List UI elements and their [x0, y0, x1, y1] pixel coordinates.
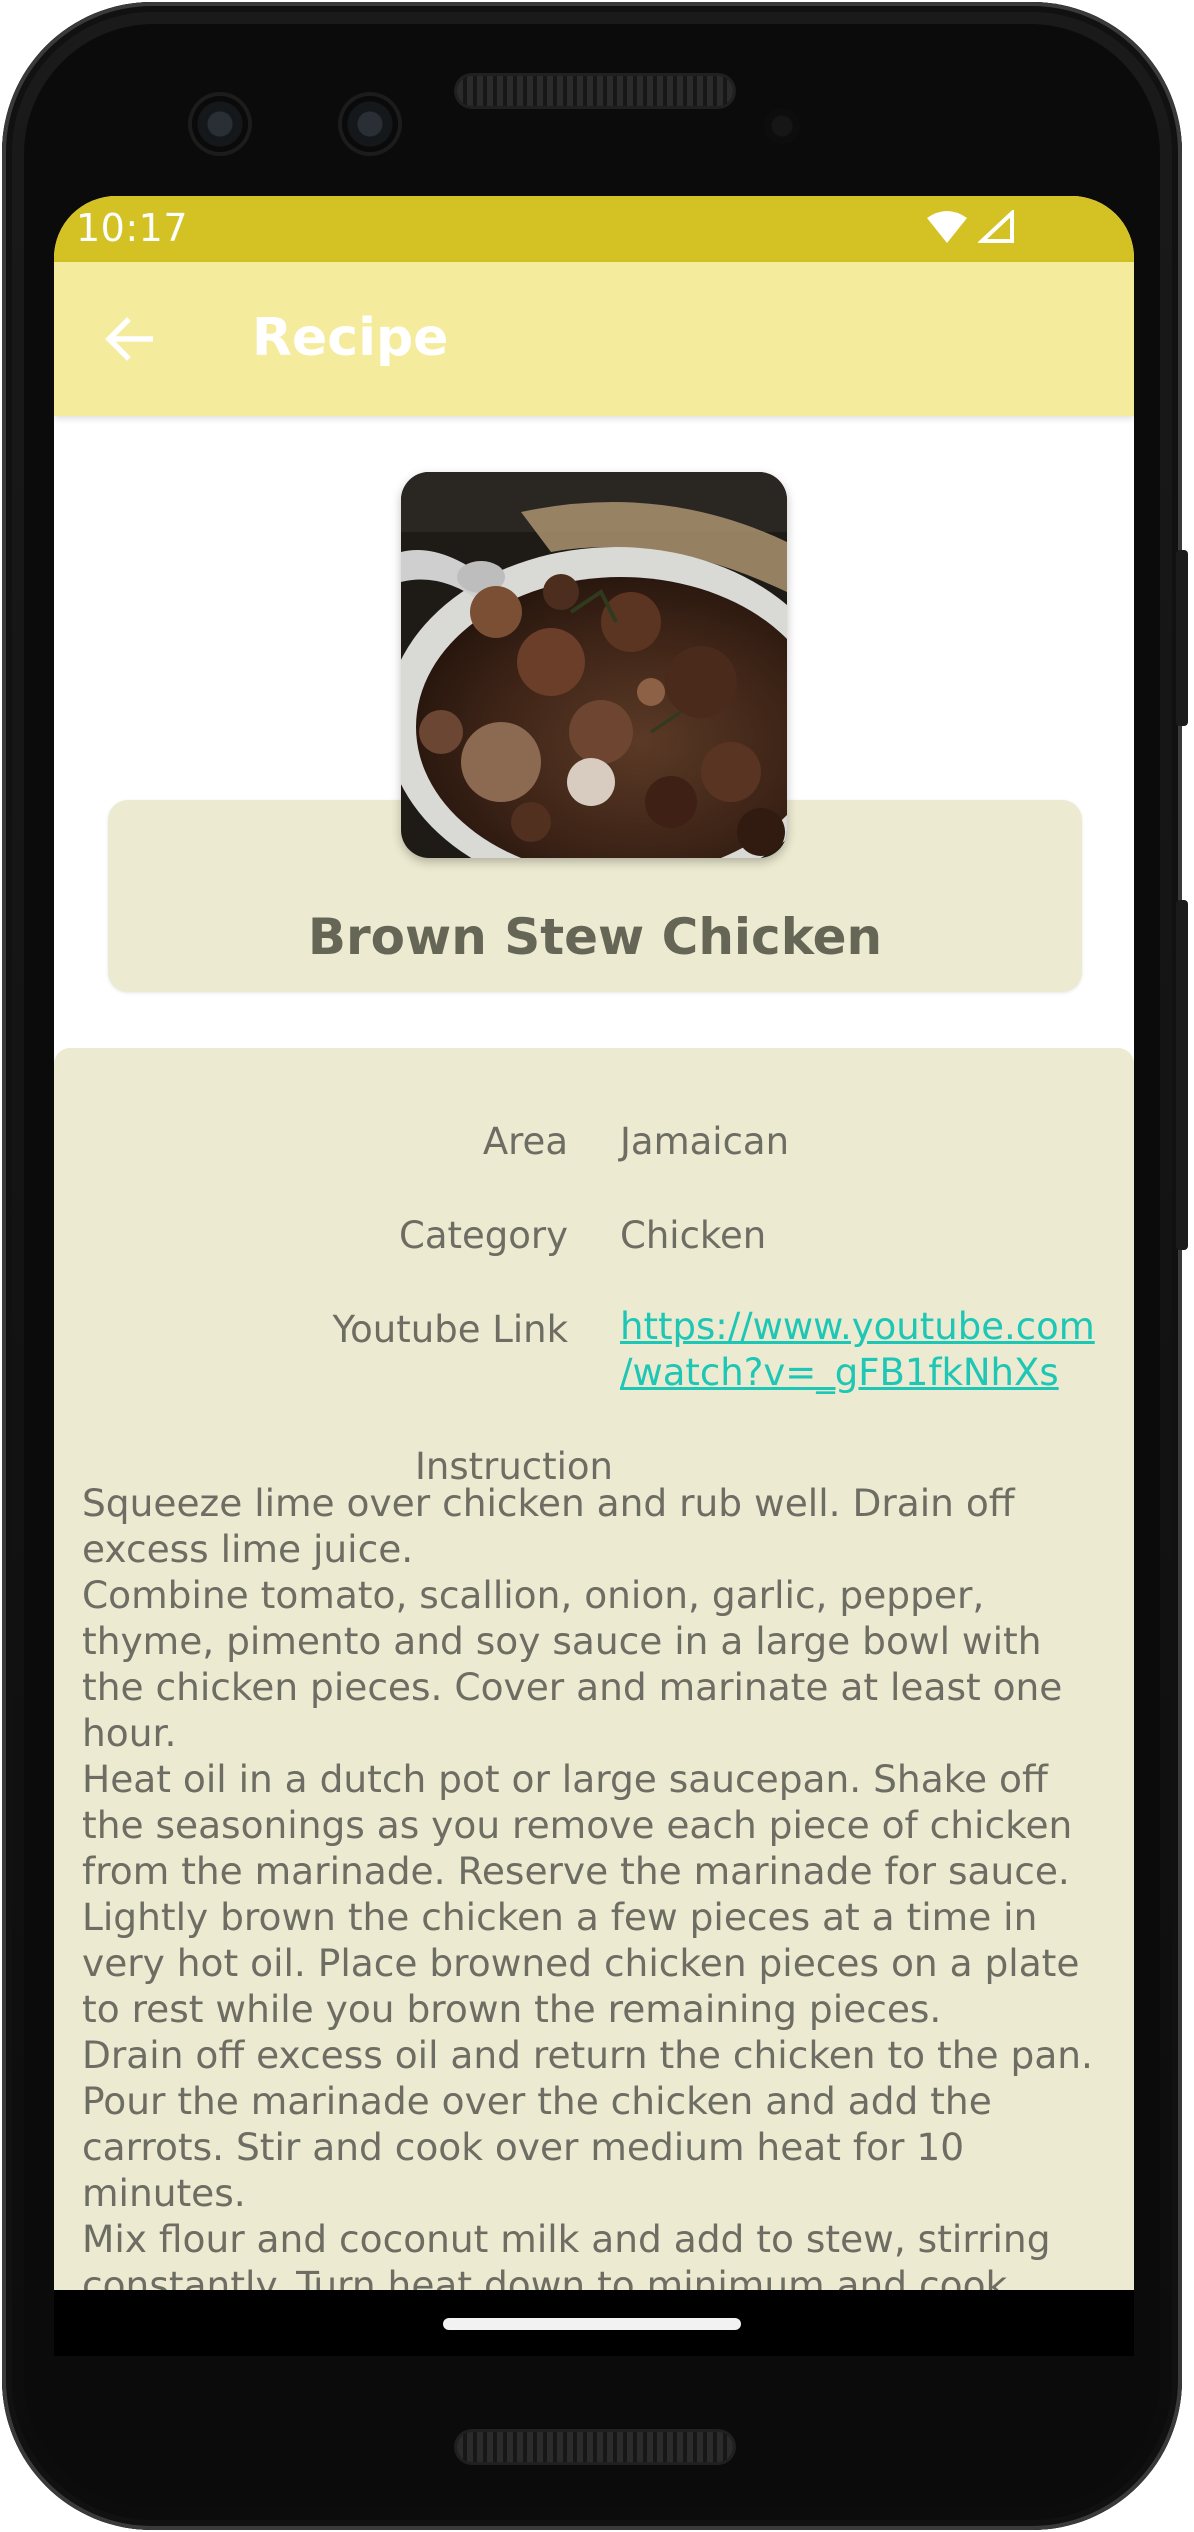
- youtube-link-line-2: /watch?v=_gFB1fkNhXs: [620, 1351, 1059, 1394]
- youtube-link[interactable]: https://www.youtube.com /watch?v=_gFB1fk…: [620, 1304, 1095, 1396]
- front-camera-icon: [192, 96, 248, 152]
- youtube-label: Youtube Link: [332, 1308, 568, 1351]
- app-bar: Recipe: [54, 262, 1134, 416]
- category-label: Category: [398, 1214, 568, 1257]
- front-sensor-icon: [342, 96, 398, 152]
- status-bar: 10:17: [54, 196, 1134, 262]
- area-label: Area: [482, 1120, 568, 1163]
- status-icons: [926, 210, 1016, 244]
- power-button: [1176, 550, 1188, 726]
- arrow-back-icon: [105, 317, 153, 361]
- instruction-text: Squeeze lime over chicken and rub well. …: [82, 1481, 1093, 2353]
- meal-name: Brown Stew Chicken: [307, 908, 883, 966]
- cellular-signal-icon: [978, 210, 1014, 243]
- status-time: 10:17: [76, 206, 189, 250]
- bottom-speaker: [457, 2432, 733, 2462]
- wifi-icon: [926, 211, 967, 243]
- screen: 10:17 Recipe Brown Stew Chicken Area Jam…: [54, 196, 1134, 2356]
- area-value: Jamaican: [620, 1120, 790, 1163]
- home-gesture-handle[interactable]: [443, 2318, 741, 2330]
- page-title: Recipe: [252, 308, 449, 368]
- recipe-details-panel: Area Jamaican Category Chicken Youtube L…: [54, 1048, 1134, 2356]
- youtube-link-line-1: https://www.youtube.com: [620, 1305, 1095, 1348]
- meal-image-illustration: [401, 472, 787, 858]
- volume-button: [1176, 900, 1188, 1250]
- category-value: Chicken: [620, 1214, 767, 1257]
- navigation-bar: [54, 2290, 1134, 2356]
- earpiece-speaker: [457, 76, 733, 106]
- proximity-sensor: [764, 108, 800, 144]
- meal-image: [401, 472, 787, 858]
- back-button[interactable]: [96, 306, 162, 372]
